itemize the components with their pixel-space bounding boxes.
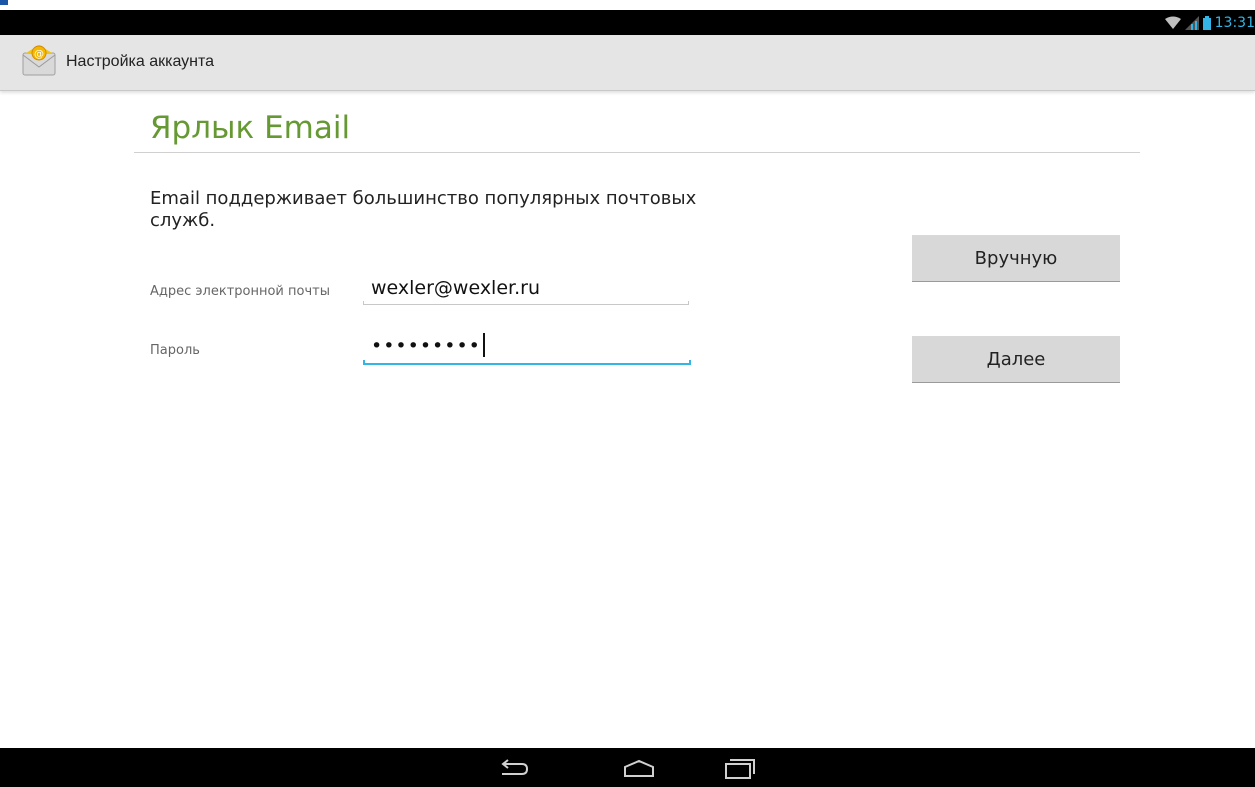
email-field[interactable]: wexler@wexler.ru [363,273,691,307]
email-field-underline [363,301,689,305]
action-bar: @ Настройка аккаунта [0,35,1255,91]
manual-setup-button[interactable]: Вручную [912,235,1120,282]
page-heading: Ярлык Email [150,110,351,146]
top-strip [0,0,1255,10]
password-value: ••••••••• [371,333,485,357]
status-bar: 13:31 [0,10,1255,35]
next-button[interactable]: Далее [912,336,1120,383]
text-cursor [482,333,485,357]
recents-icon[interactable] [722,756,756,780]
top-edge-mark [0,0,8,5]
svg-text:@: @ [34,49,44,60]
email-app-icon[interactable]: @ [22,43,56,77]
back-icon[interactable] [496,756,530,780]
status-time: 13:31 [1214,15,1255,31]
intro-text: Email поддерживает большинство популярны… [150,188,697,231]
navigation-bar [0,748,1255,787]
wifi-icon [1164,16,1181,29]
email-value: wexler@wexler.ru [371,277,540,299]
action-bar-title: Настройка аккаунта [66,53,215,70]
password-dots: ••••••••• [371,335,481,357]
password-label: Пароль [150,343,200,358]
home-icon[interactable] [622,756,656,780]
heading-divider [134,152,1140,153]
battery-icon [1202,16,1211,30]
password-field[interactable]: ••••••••• [363,331,691,365]
status-icons: 13:31 [1164,15,1255,31]
email-label: Адрес электронной почты [150,284,330,299]
signal-icon [1184,16,1199,30]
password-field-underline [363,360,691,365]
